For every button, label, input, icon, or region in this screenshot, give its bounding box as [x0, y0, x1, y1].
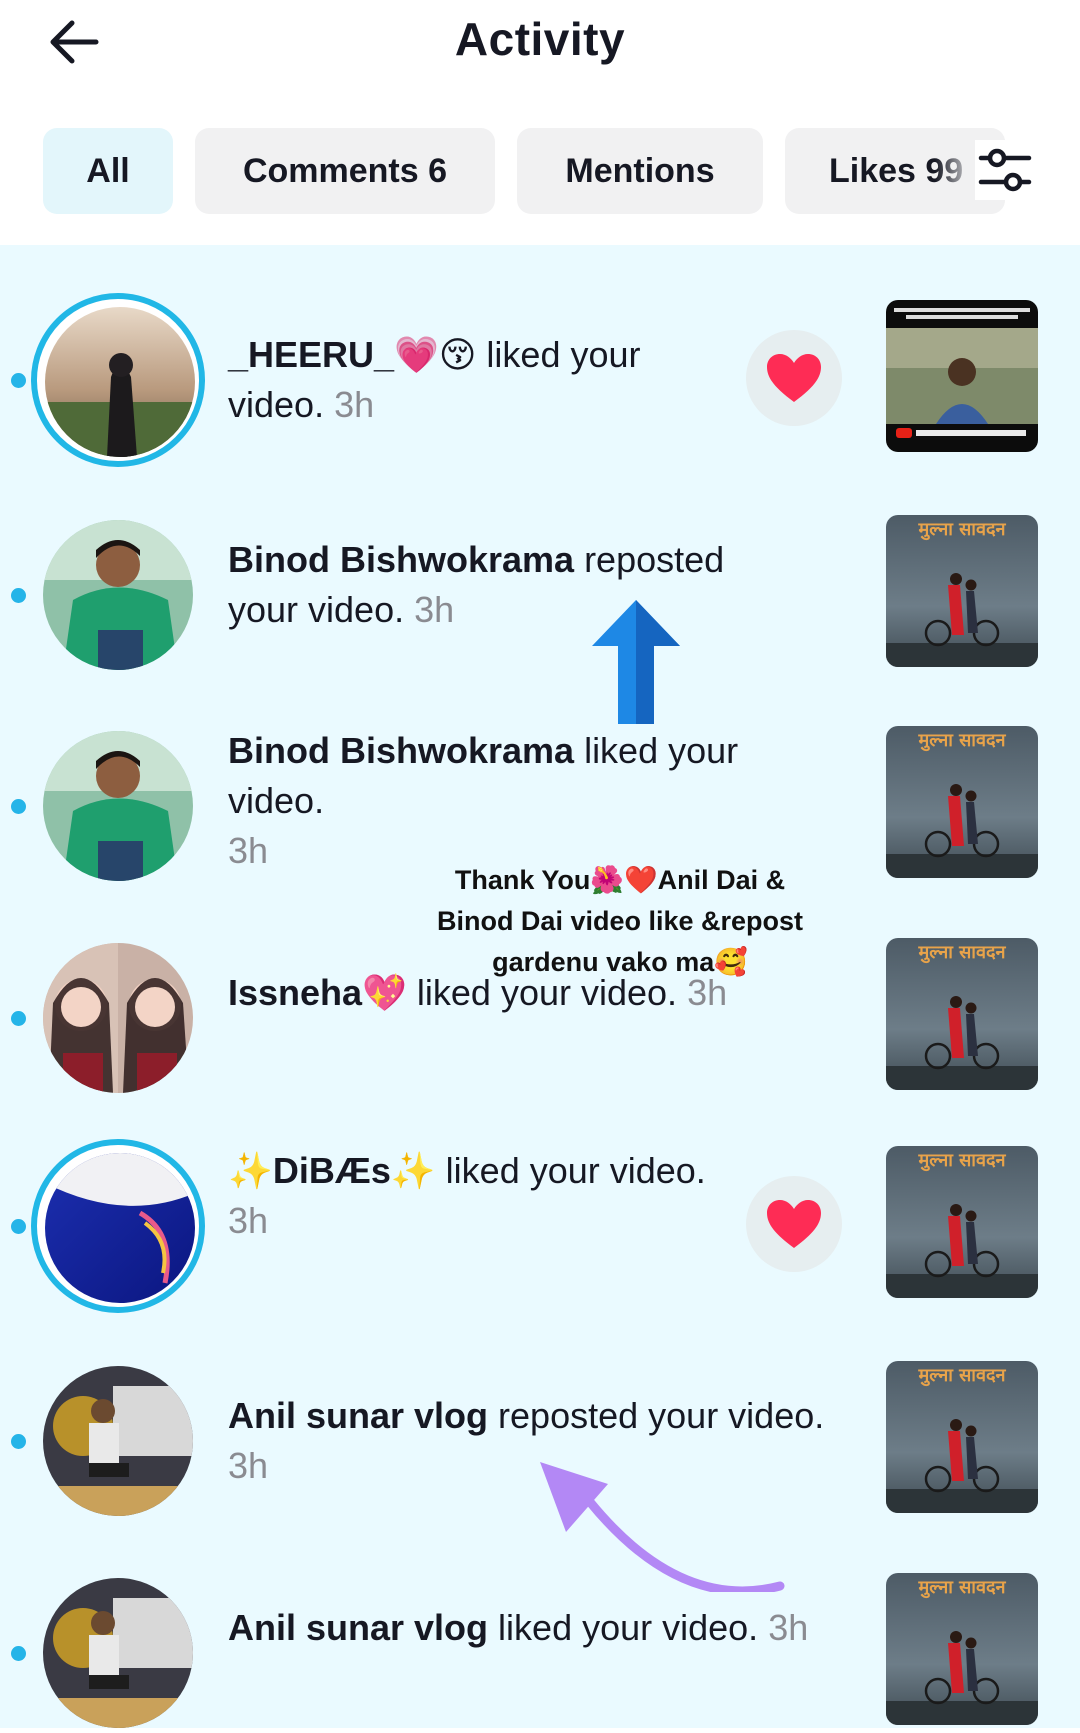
timestamp: 3h [414, 589, 455, 630]
list-item[interactable]: ✨DiBÆs✨ liked your video. 3h मुल्ना सावदन [0, 1139, 1080, 1313]
notification-text: _HEERU_💗😚 liked your video. 3h [228, 330, 678, 430]
action-text: liked your video. [435, 1150, 706, 1191]
list-item[interactable]: Binod Bishwokrama reposted your video. 3… [0, 515, 1080, 675]
page-title: Activity [454, 13, 626, 65]
username[interactable]: _HEERU_💗😚 [228, 334, 476, 375]
youtube-video-thumbnail[interactable] [886, 300, 1038, 452]
unread-dot [11, 373, 26, 388]
movie-poster-thumbnail[interactable]: मुल्ना सावदन [886, 1361, 1038, 1513]
avatar-story-ring[interactable] [31, 1139, 205, 1313]
unread-dot [11, 588, 26, 603]
heart-icon [767, 1200, 821, 1248]
movie-poster-thumbnail[interactable]: मुल्ना सावदन [886, 1146, 1038, 1298]
timestamp: 3h [228, 1445, 269, 1486]
username[interactable]: Binod Bishwokrama [228, 730, 574, 771]
svg-text:मुल्ना सावदन: मुल्ना सावदन [917, 1150, 1006, 1172]
notification-text: ✨DiBÆs✨ liked your video. 3h [228, 1146, 728, 1246]
avatar [45, 307, 195, 457]
heart-icon [767, 354, 821, 402]
username[interactable]: Binod Bishwokrama [228, 539, 574, 580]
username[interactable]: Anil sunar vlog [228, 1395, 488, 1436]
tab-mentions[interactable]: Mentions [517, 128, 763, 214]
tab-comments[interactable]: Comments 6 [195, 128, 495, 214]
username[interactable]: ✨DiBÆs✨ [228, 1150, 436, 1191]
movie-poster-thumbnail[interactable]: मुल्ना सावदन [886, 1573, 1038, 1725]
timestamp: 3h [228, 1200, 269, 1241]
action-text: liked your video. [488, 1607, 759, 1648]
notification-text: Anil sunar vlog liked your video. 3h [228, 1603, 848, 1653]
avatar[interactable] [43, 731, 193, 881]
unread-dot [11, 1646, 26, 1661]
unread-dot [11, 799, 26, 814]
avatar[interactable] [43, 1366, 193, 1516]
svg-text:मुल्ना सावदन: मुल्ना सावदन [917, 1365, 1006, 1387]
avatar[interactable] [43, 520, 193, 670]
caption-line: gardenu vako ma🥰 [492, 947, 748, 977]
timestamp: 3h [228, 830, 269, 871]
notification-text: Binod Bishwokrama reposted your video. 3… [228, 535, 788, 635]
username[interactable]: Issneha💖 [228, 972, 407, 1013]
tab-all[interactable]: All [43, 128, 173, 214]
svg-text:मुल्ना सावदन: मुल्ना सावदन [917, 942, 1006, 964]
overlay-caption: Thank You🌺❤️Anil Dai & Binod Dai video l… [390, 860, 850, 983]
arrow-up-icon [592, 600, 680, 724]
unread-dot [11, 1011, 26, 1026]
like-back-button[interactable] [746, 1176, 842, 1272]
timestamp: 3h [334, 384, 375, 425]
svg-text:मुल्ना सावदन: मुल्ना सावदन [917, 730, 1006, 752]
movie-poster-thumbnail[interactable]: मुल्ना सावदन [886, 938, 1038, 1090]
unread-dot [11, 1434, 26, 1449]
list-item[interactable]: _HEERU_💗😚 liked your video. 3h [0, 293, 1080, 467]
avatar-story-ring[interactable] [31, 293, 205, 467]
sliders-icon[interactable] [975, 140, 1035, 200]
curved-arrow-icon [540, 1462, 785, 1592]
svg-text:मुल्ना सावदन: मुल्ना सावदन [917, 519, 1006, 541]
top-bar: Activity All Comments 6 Mentions Likes 9… [0, 0, 1080, 245]
unread-dot [11, 1219, 26, 1234]
caption-line: Thank You🌺❤️Anil Dai & [454, 865, 786, 895]
username[interactable]: Anil sunar vlog [228, 1607, 488, 1648]
movie-poster-thumbnail[interactable]: मुल्ना सावदन [886, 515, 1038, 667]
avatar[interactable] [43, 943, 193, 1093]
notification-text: Binod Bishwokrama liked your video. 3h [228, 726, 828, 876]
list-item[interactable]: Anil sunar vlog liked your video. 3h मुल… [0, 1573, 1080, 1733]
avatar[interactable] [43, 1578, 193, 1728]
tab-likes[interactable]: Likes 99 [785, 128, 1005, 214]
svg-text:मुल्ना सावदन: मुल्ना सावदन [917, 1577, 1006, 1599]
avatar [45, 1153, 195, 1303]
action-text: reposted your video. [488, 1395, 825, 1436]
timestamp: 3h [768, 1607, 809, 1648]
caption-line: Binod Dai video like &repost [436, 906, 804, 936]
movie-poster-thumbnail[interactable]: मुल्ना सावदन [886, 726, 1038, 878]
filter-tabs: All Comments 6 Mentions Likes 99 [43, 128, 1005, 214]
like-back-button[interactable] [746, 330, 842, 426]
